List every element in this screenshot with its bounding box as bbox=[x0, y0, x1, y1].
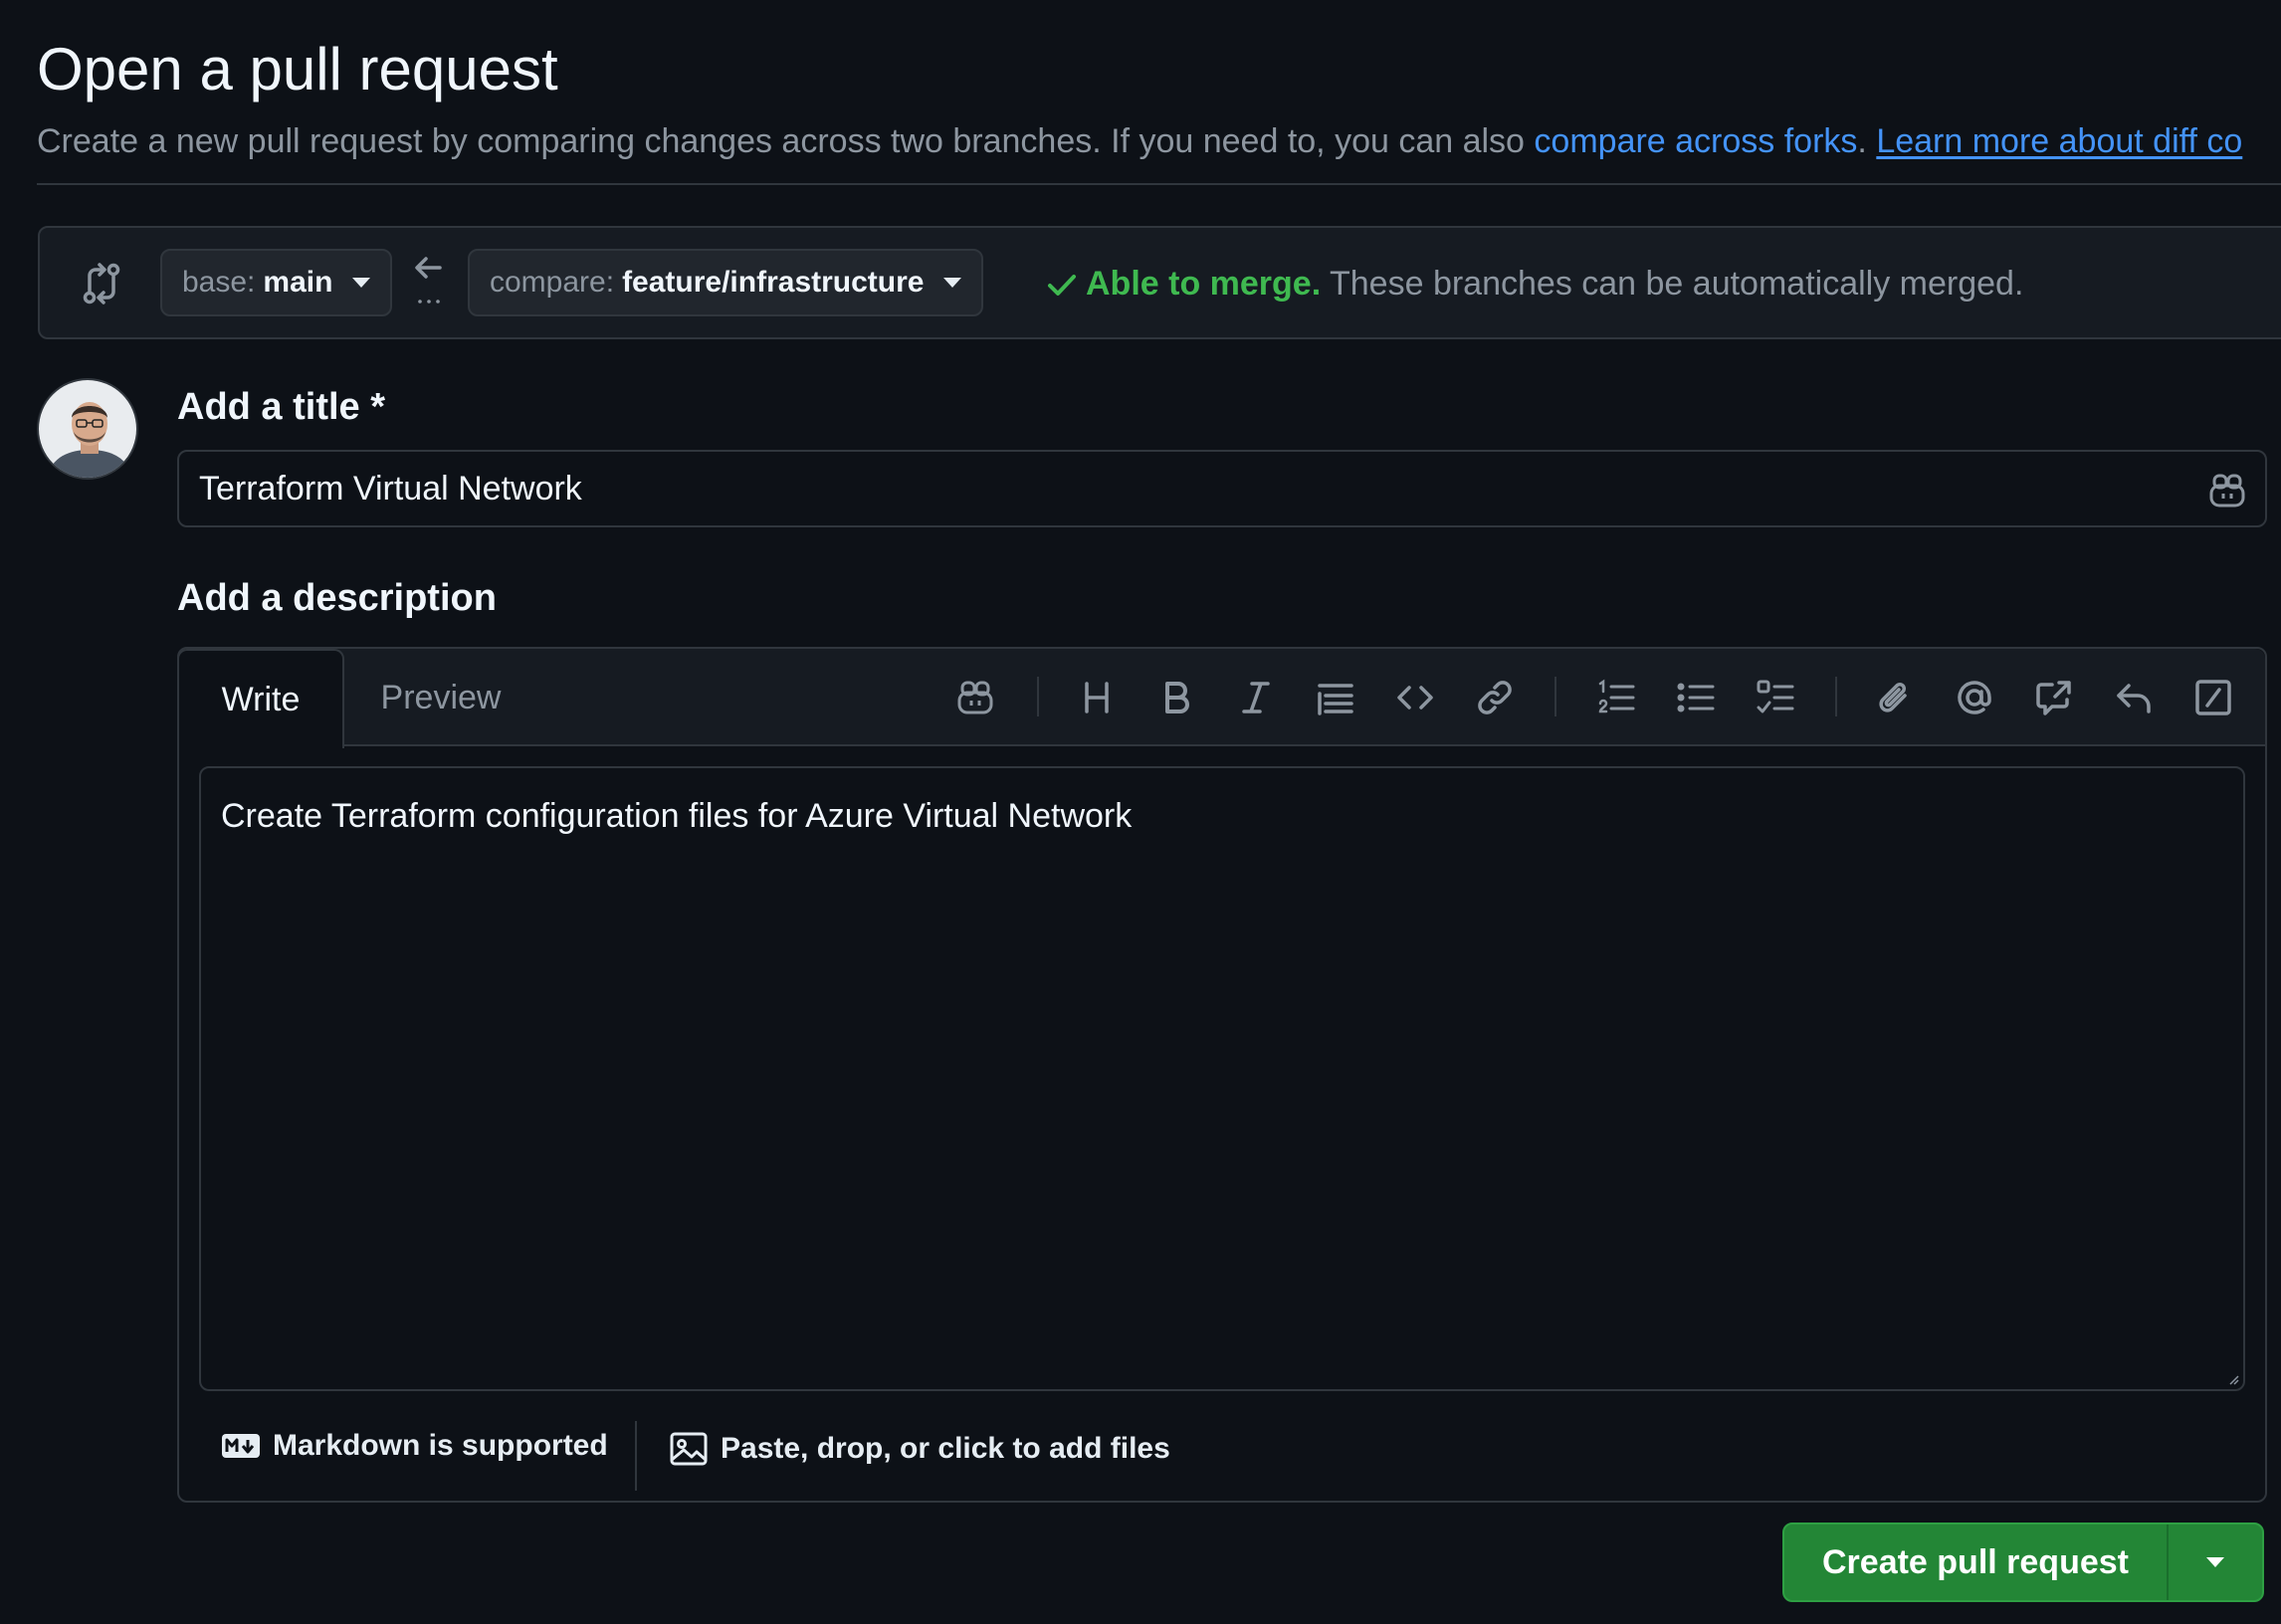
mention-icon[interactable] bbox=[1955, 678, 1994, 717]
create-pr-button-group: Create pull request bbox=[1782, 1522, 2264, 1602]
markdown-note-text: Markdown is supported bbox=[273, 1429, 608, 1462]
chevron-down-icon bbox=[2206, 1557, 2224, 1567]
bold-icon[interactable] bbox=[1156, 678, 1196, 717]
description-textarea[interactable]: Create Terraform configuration files for… bbox=[199, 766, 2245, 1391]
quote-icon[interactable] bbox=[1316, 678, 1355, 717]
learn-more-link[interactable]: Learn more about diff co bbox=[1876, 122, 2242, 160]
header-divider bbox=[37, 183, 2281, 185]
compare-bar: base: main compare: feature/infrastructu… bbox=[38, 226, 2281, 339]
merge-status: Able to merge. These branches can be aut… bbox=[1046, 264, 2023, 304]
attach-files-note[interactable]: Paste, drop, or click to add files bbox=[669, 1429, 1170, 1469]
compare-label: compare: bbox=[490, 266, 615, 299]
task-list-icon[interactable] bbox=[1756, 678, 1795, 717]
open-pr-page: Open a pull request Create a new pull re… bbox=[0, 0, 2281, 1624]
create-pr-button[interactable]: Create pull request bbox=[1784, 1524, 2167, 1600]
description-text: Create Terraform configuration files for… bbox=[221, 797, 1133, 835]
page-title: Open a pull request bbox=[37, 36, 558, 102]
image-icon bbox=[670, 1432, 708, 1466]
create-pr-options-button[interactable] bbox=[2169, 1524, 2262, 1600]
heading-icon[interactable] bbox=[1077, 678, 1117, 717]
avatar[interactable] bbox=[37, 378, 138, 480]
subtitle-separator: . bbox=[1857, 122, 1877, 160]
description-editor: Write Preview Create Terraform configura… bbox=[177, 647, 2267, 1503]
toolbar-divider bbox=[1835, 677, 1837, 716]
chevron-down-icon bbox=[943, 278, 962, 288]
arrow-left-icon bbox=[410, 252, 448, 311]
title-input[interactable]: Terraform Virtual Network bbox=[177, 450, 2267, 527]
ordered-list-icon[interactable] bbox=[1596, 678, 1636, 717]
link-icon[interactable] bbox=[1475, 678, 1515, 717]
copilot-icon[interactable] bbox=[2207, 471, 2247, 510]
compare-branch-select[interactable]: compare: feature/infrastructure bbox=[468, 249, 984, 316]
check-icon bbox=[1048, 275, 1076, 296]
description-label: Add a description bbox=[177, 577, 497, 619]
reply-icon[interactable] bbox=[2114, 678, 2154, 717]
markdown-note[interactable]: Markdown is supported bbox=[221, 1429, 608, 1463]
resize-handle-icon[interactable] bbox=[2227, 1373, 2239, 1385]
merge-detail-text: These branches can be automatically merg… bbox=[1321, 265, 2024, 303]
cross-reference-icon[interactable] bbox=[2034, 678, 2074, 717]
page-header: Open a pull request Create a new pull re… bbox=[37, 34, 2281, 161]
tab-preview[interactable]: Preview bbox=[366, 649, 516, 746]
git-compare-icon bbox=[82, 262, 121, 305]
merge-ok-text: Able to merge. bbox=[1086, 265, 1322, 303]
chevron-down-icon bbox=[352, 278, 371, 288]
subtitle-text: Create a new pull request by comparing c… bbox=[37, 122, 1535, 160]
attach-icon[interactable] bbox=[1875, 678, 1915, 717]
title-label: Add a title * bbox=[177, 386, 386, 428]
tab-write[interactable]: Write bbox=[177, 649, 344, 748]
toolbar-divider bbox=[1037, 677, 1039, 716]
footer-divider bbox=[635, 1421, 637, 1491]
compare-branch-name: feature/infrastructure bbox=[622, 266, 925, 299]
attach-files-text: Paste, drop, or click to add files bbox=[721, 1432, 1170, 1465]
base-branch-name: main bbox=[263, 266, 333, 299]
copilot-icon[interactable] bbox=[955, 678, 995, 717]
base-branch-select[interactable]: base: main bbox=[160, 249, 393, 316]
unordered-list-icon[interactable] bbox=[1676, 678, 1716, 717]
compare-forks-link[interactable]: compare across forks bbox=[1534, 122, 1857, 160]
page-subtitle: Create a new pull request by comparing c… bbox=[37, 121, 2281, 161]
editor-footer: Markdown is supported Paste, drop, or cl… bbox=[179, 1405, 2265, 1503]
slash-command-icon[interactable] bbox=[2193, 678, 2233, 717]
editor-toolbar: Write Preview bbox=[177, 649, 2265, 748]
title-input-value: Terraform Virtual Network bbox=[199, 469, 582, 508]
markdown-icon bbox=[222, 1434, 260, 1458]
italic-icon[interactable] bbox=[1236, 678, 1276, 717]
code-icon[interactable] bbox=[1395, 678, 1435, 717]
toolbar-divider bbox=[1555, 677, 1556, 716]
base-label: base: bbox=[182, 266, 256, 299]
